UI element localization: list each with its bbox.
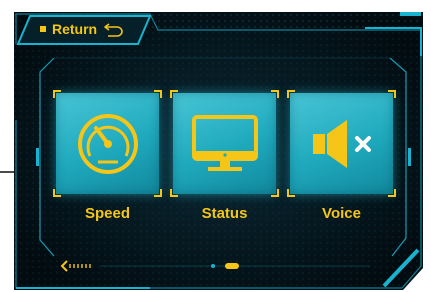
corner-marker: [388, 90, 396, 98]
corner-marker: [154, 90, 162, 98]
corner-marker: [287, 90, 295, 98]
page-dot-1[interactable]: [211, 264, 215, 268]
speed-tile[interactable]: [53, 90, 162, 197]
corner-marker: [271, 90, 279, 98]
page-indicator: [211, 263, 239, 269]
corner-marker: [287, 189, 295, 197]
corner-marker: [388, 189, 396, 197]
page-dot-2-active[interactable]: [225, 263, 239, 269]
voice-tile[interactable]: [287, 90, 396, 197]
speedometer-icon: [77, 113, 138, 174]
return-arrow-icon: [104, 23, 123, 37]
monitor-icon: [191, 114, 258, 171]
voice-label[interactable]: Voice: [290, 205, 393, 222]
speed-label[interactable]: Speed: [56, 205, 159, 222]
return-label: Return: [52, 21, 98, 37]
corner-marker: [271, 189, 279, 197]
corner-marker: [154, 189, 162, 197]
corner-marker: [53, 90, 61, 98]
status-tile[interactable]: [170, 90, 279, 197]
return-button[interactable]: Return: [26, 15, 144, 43]
scroll-left-arrow-icon[interactable]: [60, 259, 98, 273]
status-label[interactable]: Status: [173, 205, 276, 222]
bullet-marker: [40, 26, 46, 32]
speaker-muted-icon: [312, 119, 371, 168]
corner-marker: [170, 90, 178, 98]
corner-marker: [53, 189, 61, 197]
corner-marker: [170, 189, 178, 197]
